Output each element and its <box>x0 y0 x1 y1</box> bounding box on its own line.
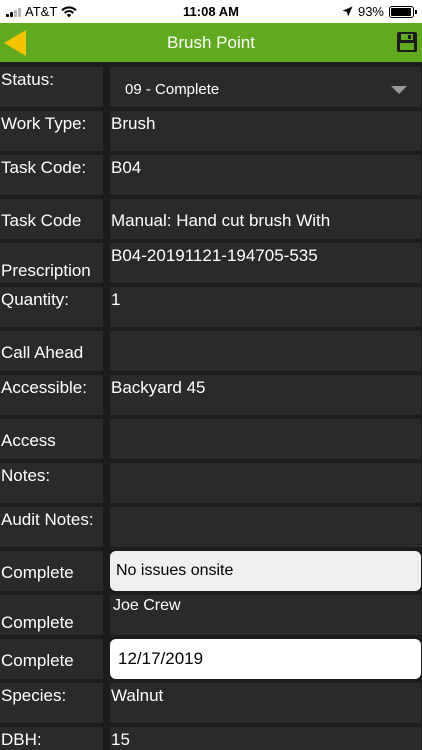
dbh-row: DBH: 15 <box>0 725 422 750</box>
page-title: Brush Point <box>167 33 255 52</box>
complete-date-row: Complete 12/17/2019 <box>0 637 422 681</box>
call-ahead-value[interactable] <box>110 331 421 371</box>
call-ahead-row: Call Ahead <box>0 329 422 373</box>
audit-notes-value[interactable] <box>110 507 421 547</box>
accessible-row: Accessible: Backyard 45 <box>0 373 422 417</box>
quantity-label: Quantity: <box>0 287 103 327</box>
prescription-label: Prescription <box>0 243 103 283</box>
location-arrow-icon <box>342 6 353 17</box>
battery-icon <box>389 5 417 18</box>
work-type-label: Work Type: <box>0 111 103 151</box>
task-code-manual-value[interactable]: Manual: Hand cut brush With <box>110 199 421 239</box>
work-type-row: Work Type: Brush <box>0 109 422 153</box>
work-order-form: Status: 09 - Complete Work Type: Brush T… <box>0 65 422 750</box>
task-code-manual-label: Task Code <box>0 199 103 239</box>
task-code-row: Task Code: B04 <box>0 153 422 197</box>
dbh-label: DBH: <box>0 727 103 750</box>
prescription-value[interactable]: B04-20191121-194705-535 <box>110 243 421 283</box>
battery-fill <box>391 7 411 16</box>
complete-notes-row: Complete No issues onsite <box>0 549 422 593</box>
battery-percent: 93% <box>357 4 384 19</box>
system-indicators: 93% <box>342 4 417 19</box>
access-row: Access <box>0 417 422 461</box>
prescription-row: Prescription B04-20191121-194705-535 <box>0 241 422 285</box>
quantity-value[interactable]: 1 <box>110 287 421 327</box>
species-label: Species: <box>0 683 103 723</box>
status-label: Status: <box>0 67 103 107</box>
notes-row: Notes: <box>0 461 422 505</box>
notes-value[interactable] <box>110 463 421 503</box>
dropdown-arrow-icon <box>391 86 407 94</box>
audit-notes-label: Audit Notes: <box>0 507 103 547</box>
floppy-disk-icon[interactable] <box>396 31 418 53</box>
work-type-value[interactable]: Brush <box>110 111 421 151</box>
complete-by-value[interactable]: Joe Crew <box>110 595 421 635</box>
complete-date-input[interactable]: 12/17/2019 <box>110 639 421 679</box>
audit-notes-row: Audit Notes: <box>0 505 422 549</box>
status-select[interactable]: 09 - Complete <box>110 67 421 107</box>
nav-bar: Brush Point <box>0 23 422 62</box>
call-ahead-label: Call Ahead <box>0 331 103 371</box>
notes-label: Notes: <box>0 463 103 503</box>
species-row: Species: Walnut <box>0 681 422 725</box>
access-label: Access <box>0 419 103 459</box>
task-code-value[interactable]: B04 <box>110 155 421 195</box>
status-row: Status: 09 - Complete <box>0 65 422 109</box>
complete-by-label: Complete <box>0 595 103 635</box>
complete-date-label: Complete <box>0 639 103 679</box>
task-code-label: Task Code: <box>0 155 103 195</box>
complete-notes-input[interactable]: No issues onsite <box>110 551 421 591</box>
status-value: 09 - Complete <box>125 81 220 98</box>
dbh-value[interactable]: 15 <box>110 727 421 750</box>
access-value[interactable] <box>110 419 421 459</box>
species-value[interactable]: Walnut <box>110 683 421 723</box>
accessible-value[interactable]: Backyard 45 <box>110 375 421 415</box>
complete-notes-label: Complete <box>0 551 103 591</box>
task-code-manual-row: Task Code Manual: Hand cut brush With <box>0 197 422 241</box>
status-bar: AT&T 11:08 AM 93% <box>0 0 422 23</box>
quantity-row: Quantity: 1 <box>0 285 422 329</box>
accessible-label: Accessible: <box>0 375 103 415</box>
complete-by-row: Complete Joe Crew <box>0 593 422 637</box>
